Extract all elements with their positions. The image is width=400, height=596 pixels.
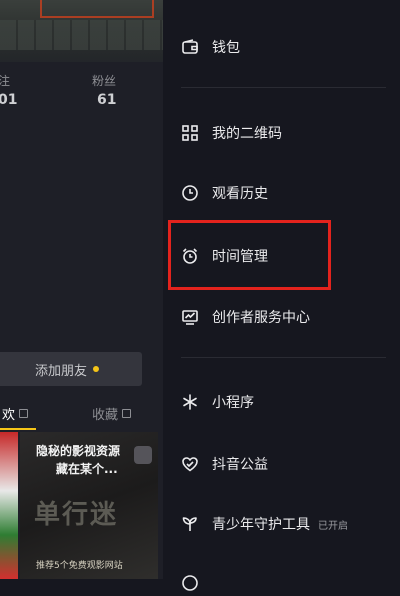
add-friend-button[interactable]: 添加朋友	[0, 352, 142, 386]
menu-item-label: 钱包	[212, 40, 240, 56]
menu-item-charity[interactable]: 抖音公益	[181, 451, 268, 477]
menu-item-label: 观看历史	[212, 186, 268, 202]
video-thumbnail[interactable]	[0, 432, 18, 579]
qrcode-icon	[182, 125, 198, 141]
thumbnail-title-line1: 隐秘的影视资源	[36, 444, 121, 458]
settings-icon	[182, 575, 198, 591]
menu-item-creator-center[interactable]: 创作者服务中心	[181, 304, 310, 330]
thumbnail-title-line2: 藏在某个...	[56, 462, 118, 476]
divider	[181, 87, 386, 88]
stat-value-following: 01	[0, 92, 18, 108]
stat-value-followers: 61	[97, 92, 117, 108]
stat-label-followers: 粉丝	[92, 74, 117, 88]
menu-item-label: 小程序	[212, 395, 254, 411]
menu-item-qrcode[interactable]: 我的二维码	[181, 120, 282, 146]
heart-hands-icon	[182, 457, 198, 472]
active-tab-indicator	[0, 428, 36, 430]
wallet-icon	[182, 39, 198, 54]
menu-item-label: 青少年守护工具	[212, 517, 310, 533]
divider	[181, 357, 386, 358]
menu-item-wallet[interactable]: 钱包	[181, 34, 240, 60]
annotation-highlight-box	[168, 220, 331, 290]
thumbnail-badge-icon	[134, 446, 152, 464]
menu-item-partial[interactable]	[181, 570, 212, 596]
lock-icon	[122, 409, 132, 418]
menu-item-watch-history[interactable]: 观看历史	[181, 180, 268, 206]
menu-item-mini-programs[interactable]: 小程序	[181, 389, 254, 415]
side-drawer-menu: 钱包 我的二维码 观看历史 时间管理 创作者服务中心 小程序 抖音公益 青少年守…	[163, 0, 400, 591]
thumbnail-big-text: 单行迷	[34, 500, 119, 530]
neon-sign-decoration	[40, 0, 154, 18]
tab-likes[interactable]: 欢	[2, 404, 29, 423]
profile-banner-image	[0, 0, 163, 62]
menu-item-youth-protection[interactable]: 青少年守护工具 已开启	[181, 511, 348, 537]
menu-item-label: 我的二维码	[212, 126, 282, 142]
add-friend-label: 添加朋友	[34, 363, 87, 379]
stat-label-following: 注	[0, 74, 11, 88]
notification-dot	[93, 366, 99, 372]
banner-texture	[0, 20, 163, 50]
thumbnail-footer: 推荐5个免费观影网站	[36, 561, 123, 571]
lock-icon	[19, 409, 29, 418]
menu-item-label: 抖音公益	[212, 457, 268, 473]
tab-likes-label: 欢	[2, 408, 16, 423]
chart-icon	[182, 310, 198, 325]
tab-favorites-label: 收藏	[92, 408, 119, 423]
tab-favorites[interactable]: 收藏	[92, 404, 132, 423]
profile-page-dimmed: 注 01 粉丝 61 添加朋友 欢 收藏 隐秘的影视资源 藏在某个... 单行迷…	[0, 0, 163, 579]
video-thumbnail[interactable]: 隐秘的影视资源 藏在某个... 单行迷 推荐5个免费观影网站	[20, 432, 158, 579]
status-badge: 已开启	[318, 520, 348, 532]
clock-icon	[182, 185, 198, 201]
sprout-icon	[182, 517, 197, 531]
menu-item-label: 创作者服务中心	[212, 310, 310, 326]
asterisk-icon	[183, 394, 197, 410]
